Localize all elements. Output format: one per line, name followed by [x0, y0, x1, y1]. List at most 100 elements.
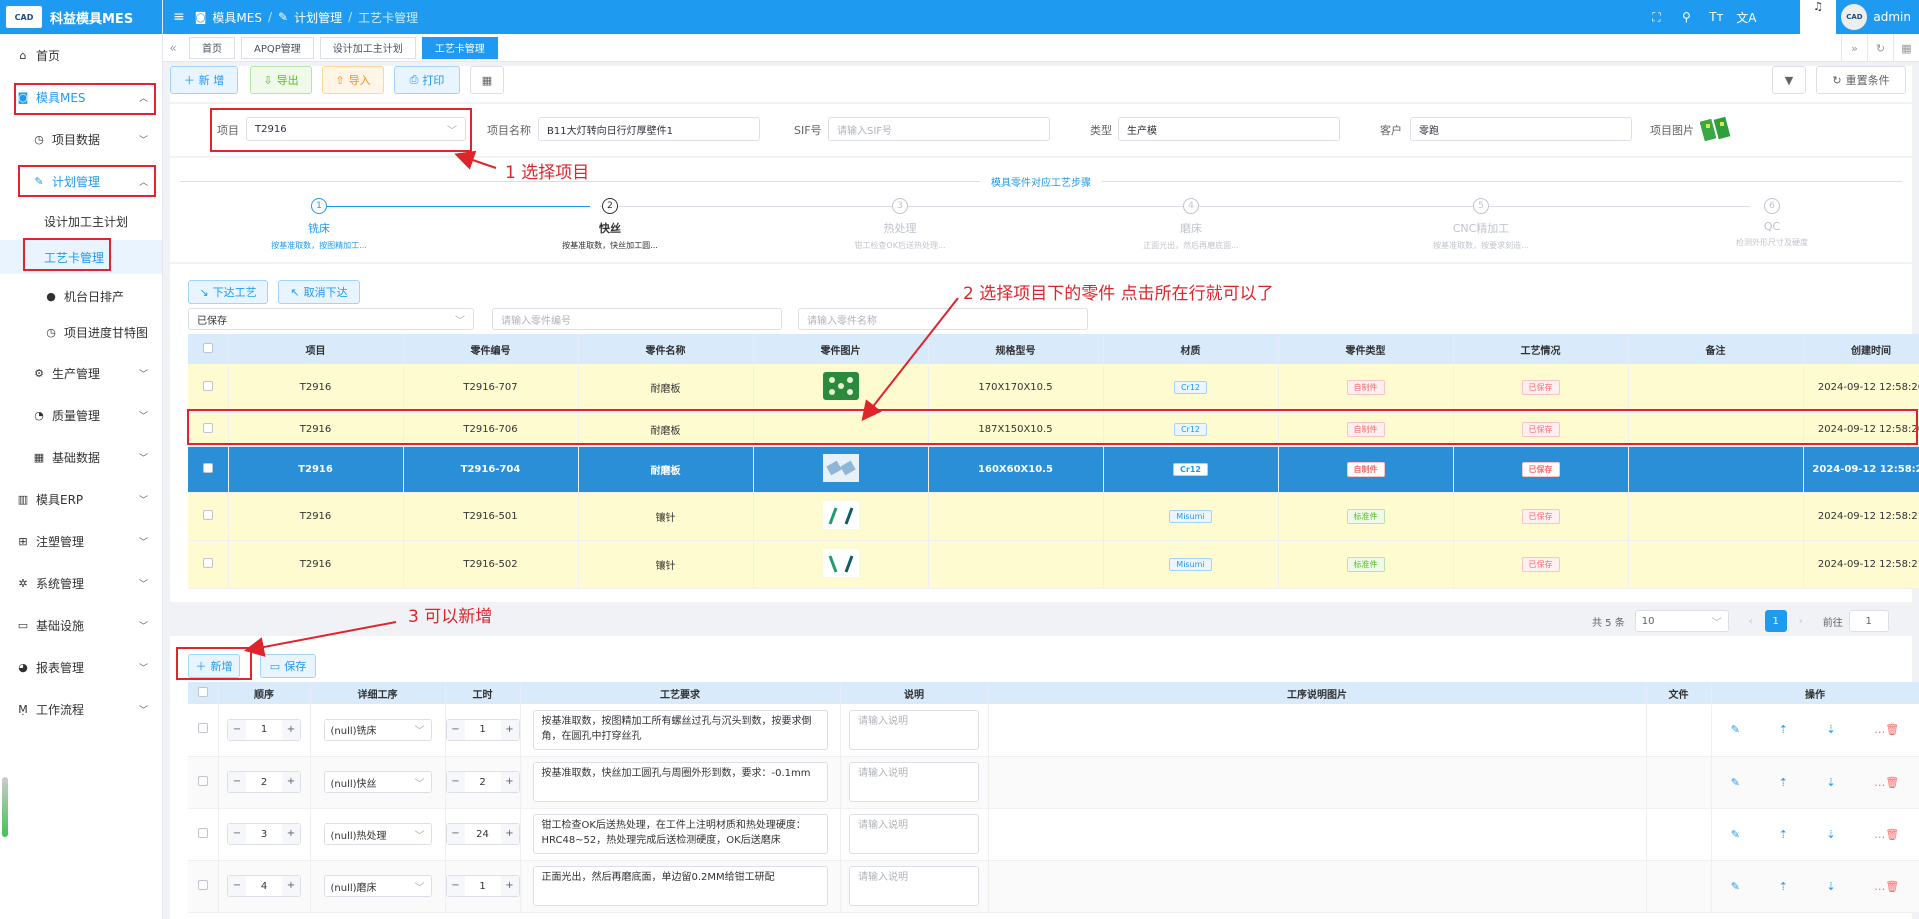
part-image[interactable] — [822, 548, 860, 578]
tab-process-card[interactable]: 工艺卡管理 — [421, 36, 498, 59]
plus-icon[interactable]: + — [500, 876, 519, 896]
sidebar-item-master-plan[interactable]: 设计加工主计划 — [0, 206, 162, 236]
row-checkbox[interactable] — [197, 879, 208, 890]
plus-icon[interactable]: + — [500, 824, 519, 844]
table-row[interactable]: T2916 T2916-707 耐磨板 170X170X10.5 Cr12 自制件 … — [188, 364, 1919, 413]
edit-icon[interactable]: ✎ — [1731, 776, 1740, 789]
next-page-icon[interactable]: › — [1799, 616, 1803, 627]
prev-page-icon[interactable]: ‹ — [1749, 616, 1753, 627]
tabs-scroll-left-icon[interactable]: « — [163, 41, 183, 55]
minus-icon[interactable]: − — [228, 719, 246, 740]
sidebar-item-mes[interactable]: ◙ 模具MES ︿ — [0, 82, 162, 112]
part-image[interactable] — [822, 453, 860, 483]
plus-icon[interactable]: + — [282, 719, 300, 740]
tab-master-plan[interactable]: 设计加工主计划 — [319, 36, 416, 59]
font-size-icon[interactable]: Tт — [1701, 10, 1731, 24]
goto-page-input[interactable]: 1 — [1848, 610, 1889, 632]
select-all-checkbox[interactable] — [197, 686, 208, 697]
refresh-icon[interactable]: ↻ — [1867, 34, 1893, 62]
search-icon[interactable]: ⚲ — [1671, 10, 1701, 24]
project-select[interactable]: T2916 ﹀ — [246, 117, 466, 141]
user-name[interactable]: admin — [1873, 10, 1911, 24]
plus-icon[interactable]: + — [282, 824, 300, 844]
tab-apqp[interactable]: APQP管理 — [241, 36, 314, 59]
note-textarea[interactable]: 请输入说明 — [849, 814, 979, 854]
sidebar-item-quality[interactable]: ◔ 质量管理 ﹀ — [0, 400, 162, 430]
translate-icon[interactable]: 文A — [1731, 9, 1761, 26]
table-row[interactable]: T2916 T2916-501 镶针 Misumi 标准件 已保存 2024-09-… — [188, 492, 1919, 541]
order-stepper[interactable]: −2 + — [227, 771, 301, 793]
edit-icon[interactable]: ✎ — [1731, 880, 1740, 893]
row-checkbox[interactable] — [202, 509, 213, 520]
note-textarea[interactable]: 请输入说明 — [849, 762, 979, 802]
edit-icon[interactable]: ✎ — [1731, 828, 1740, 841]
sidebar-item-base-data[interactable]: ▦ 基础数据 ﹀ — [0, 442, 162, 472]
plus-icon[interactable]: + — [282, 876, 300, 896]
sidebar-item-workflow[interactable]: Ṃ 工作流程 ﹀ — [0, 694, 162, 724]
project-image[interactable] — [1700, 114, 1734, 144]
hours-stepper[interactable]: −24 + — [445, 823, 520, 845]
step-select[interactable]: (null)铣床 ﹀ — [323, 718, 432, 741]
sidebar-item-machine-schedule[interactable]: ● 机台日排产 — [0, 281, 162, 311]
table-row-selected[interactable]: T2916 T2916-704 耐磨板 160X60X10.5 Cr12 自制件 已… — [188, 446, 1919, 493]
row-checkbox[interactable] — [197, 775, 208, 786]
row-checkbox[interactable] — [197, 723, 208, 734]
hours-stepper[interactable]: −1 + — [445, 875, 520, 897]
print-button[interactable]: ⎙ 打印 — [394, 66, 460, 94]
move-up-icon[interactable]: ⇡ — [1779, 880, 1788, 893]
sidebar-item-infrastructure[interactable]: ▭ 基础设施 ﹀ — [0, 610, 162, 640]
bell-icon[interactable]: ♫ — [1800, 0, 1836, 34]
import-button[interactable]: ⇧ 导入 — [322, 66, 384, 94]
move-down-icon[interactable]: ⇣ — [1826, 723, 1835, 736]
page-1[interactable]: 1 — [1764, 610, 1787, 632]
move-up-icon[interactable]: ⇡ — [1779, 776, 1788, 789]
delete-icon[interactable]: …🗑 — [1874, 723, 1899, 736]
part-name-search[interactable]: 请输入零件名称 — [798, 308, 1088, 330]
requirement-textarea[interactable]: 正面光出，然后再磨底面，单边留0.2MM给钳工研配 — [532, 866, 828, 906]
order-stepper[interactable]: −4 + — [227, 875, 301, 897]
step-select[interactable]: (null)热处理 ﹀ — [323, 823, 432, 845]
move-down-icon[interactable]: ⇣ — [1826, 880, 1835, 893]
requirement-textarea[interactable]: 按基准取数，按图精加工所有螺丝过孔与沉头到数，按要求倒角，在圆孔中打穿丝孔 — [532, 709, 828, 750]
part-code-search[interactable]: 请输入零件编号 — [492, 308, 782, 330]
move-down-icon[interactable]: ⇣ — [1826, 776, 1835, 789]
process-row[interactable]: −4 + (null)磨床 ﹀ −1 + 正面光出，然后再磨底面，单边留0.2MM给钳… — [188, 860, 1919, 913]
app-logo[interactable]: CAD 科益模具MES — [0, 0, 162, 34]
minus-icon[interactable]: − — [228, 824, 246, 844]
fullscreen-icon[interactable]: ⛶ — [1641, 10, 1671, 25]
edit-icon[interactable]: ✎ — [1731, 723, 1740, 736]
customer-field[interactable]: 零跑 — [1410, 117, 1632, 141]
sidebar-item-home[interactable]: ⌂ 首页 — [0, 40, 162, 70]
process-row[interactable]: −3 + (null)热处理 ﹀ −24 + 钳工检查OK后送热处理，在工件上注明材质… — [188, 808, 1919, 861]
step-select[interactable]: (null)快丝 ﹀ — [323, 771, 432, 793]
sidebar-item-gantt[interactable]: ◷ 项目进度甘特图 — [0, 317, 162, 347]
row-checkbox[interactable] — [197, 827, 208, 838]
hours-stepper[interactable]: −2 + — [445, 771, 520, 793]
minus-icon[interactable]: − — [228, 876, 246, 896]
step-select[interactable]: (null)磨床 ﹀ — [323, 875, 432, 897]
hours-stepper[interactable]: −1 + — [445, 718, 520, 741]
requirement-textarea[interactable]: 按基准取数，快丝加工圆孔与周圈外形到数，要求：-0.1mm — [532, 762, 828, 802]
sidebar-item-project-data[interactable]: ◷ 项目数据 ﹀ — [0, 124, 162, 154]
export-button[interactable]: ⇩ 导出 — [250, 66, 312, 94]
add-button[interactable]: ＋新 增 — [170, 66, 238, 94]
part-image[interactable] — [822, 371, 860, 401]
order-stepper[interactable]: −3 + — [227, 823, 301, 845]
plus-icon[interactable]: + — [282, 772, 300, 792]
minus-icon[interactable]: − — [446, 824, 465, 844]
delete-icon[interactable]: …🗑 — [1874, 776, 1899, 789]
grid-icon[interactable]: ▦ — [1893, 34, 1919, 62]
sidebar-item-erp[interactable]: ▥ 模具ERP ﹀ — [0, 484, 162, 514]
select-all-checkbox[interactable] — [202, 342, 213, 353]
process-row[interactable]: −2 + (null)快丝 ﹀ −2 + 按基准取数，快丝加工圆孔与周圈外形到数，要求… — [188, 756, 1919, 809]
table-row[interactable]: T2916 T2916-502 镶针 Misumi 标准件 已保存 2024-09-… — [188, 540, 1919, 589]
sidebar-item-system[interactable]: ✲ 系统管理 ﹀ — [0, 568, 162, 598]
tab-home[interactable]: 首页 — [189, 36, 235, 59]
note-textarea[interactable]: 请输入说明 — [849, 866, 979, 906]
move-down-icon[interactable]: ⇣ — [1826, 828, 1835, 841]
reset-button[interactable]: ↻ 重置条件 — [1816, 66, 1906, 94]
type-field[interactable]: 生产模 — [1118, 117, 1340, 141]
tabs-scroll-right-icon[interactable]: » — [1841, 34, 1867, 62]
row-checkbox[interactable] — [202, 462, 213, 473]
row-checkbox[interactable] — [202, 422, 213, 433]
